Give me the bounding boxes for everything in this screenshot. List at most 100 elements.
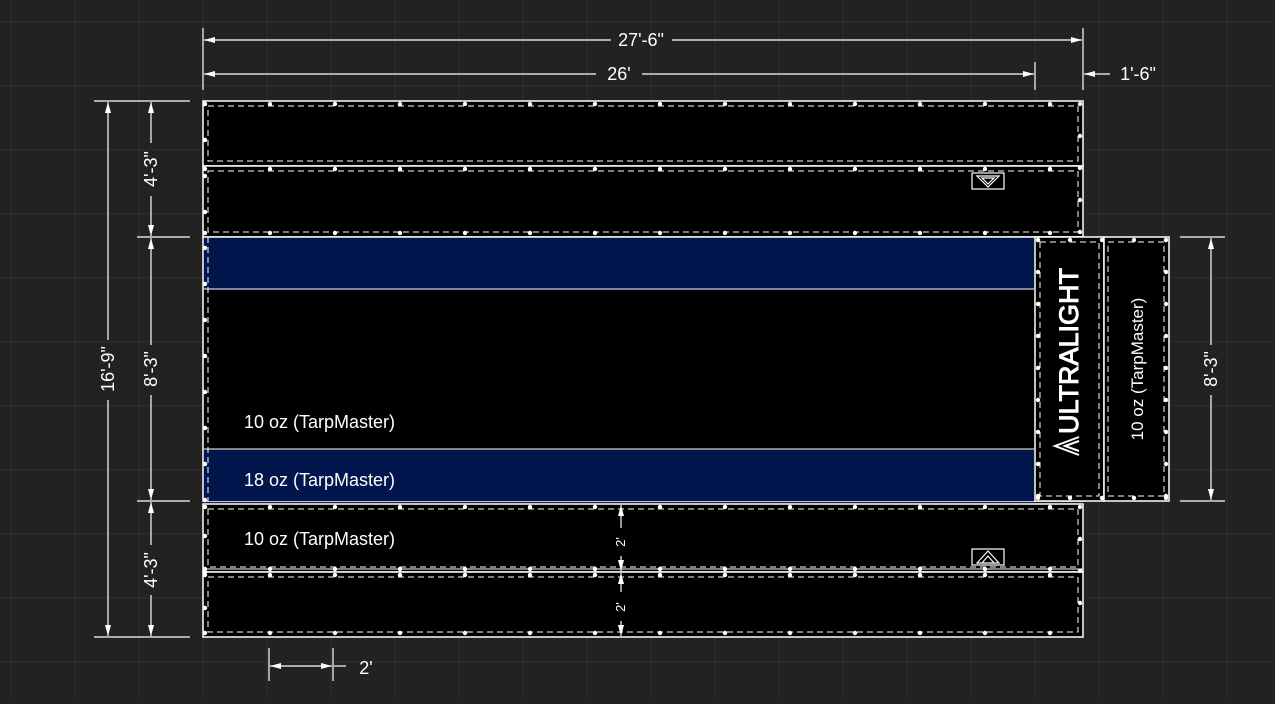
grommet (462, 566, 468, 572)
grommet (397, 166, 403, 172)
grommet (982, 101, 988, 107)
grommet (722, 230, 728, 236)
grommet (397, 101, 403, 107)
grommet (917, 166, 923, 172)
grommet (1035, 301, 1041, 307)
dim-overall-height: 16'-9" (98, 346, 118, 392)
grommet (1047, 166, 1053, 172)
grommet (202, 569, 208, 575)
grommet (397, 566, 403, 572)
grommet (852, 572, 858, 578)
grommet (1047, 630, 1053, 636)
grommet (1077, 133, 1083, 139)
grommet (1077, 229, 1083, 235)
grommet (527, 101, 533, 107)
grommet (722, 566, 728, 572)
grommet (917, 630, 923, 636)
dim-strip-lower: 2' (613, 602, 628, 612)
grommet (1099, 495, 1105, 501)
grommet (267, 166, 273, 172)
grommet (527, 572, 533, 578)
grommet (722, 504, 728, 510)
grommet (787, 166, 793, 172)
grommet (1077, 536, 1083, 542)
material-label-stripe: 18 oz (TarpMaster) (244, 470, 395, 490)
cad-drawing-canvas: 10 oz (TarpMaster) 18 oz (TarpMaster) 10… (0, 0, 1275, 699)
grommet (917, 504, 923, 510)
grommet (202, 533, 208, 539)
grommet (787, 230, 793, 236)
grommet (787, 504, 793, 510)
grommet (592, 101, 598, 107)
grommet (1163, 365, 1169, 371)
grommet (1099, 237, 1105, 243)
dim-strip-upper: 2' (613, 537, 628, 547)
grommet (787, 630, 793, 636)
grommet (267, 566, 273, 572)
grommet (982, 504, 988, 510)
grommet (657, 230, 663, 236)
grommet (202, 425, 208, 431)
grommet (202, 137, 208, 143)
grommet (527, 504, 533, 510)
grommet (267, 572, 273, 578)
grommet (202, 245, 208, 251)
grommet (267, 630, 273, 636)
grommet (202, 209, 208, 215)
grommet (1035, 493, 1041, 499)
grommet (1163, 397, 1169, 403)
grommet (852, 504, 858, 510)
grommet (332, 230, 338, 236)
grommet (1035, 269, 1041, 275)
grommet (1077, 600, 1083, 606)
grommet (722, 572, 728, 578)
grommet (657, 166, 663, 172)
tarp-panel-upper (202, 165, 1084, 238)
tarp-panel-bottom (202, 571, 1084, 638)
grommet (787, 101, 793, 107)
tarp-layout-drawing: 10 oz (TarpMaster) 18 oz (TarpMaster) 10… (0, 0, 1275, 699)
grommet (917, 101, 923, 107)
grommet (332, 166, 338, 172)
dim-middle-section: 8'-3" (141, 351, 161, 387)
grommet (1047, 572, 1053, 578)
grommet (1163, 301, 1169, 307)
grommet (462, 572, 468, 578)
grommet (982, 572, 988, 578)
grommet (657, 101, 663, 107)
grommet (852, 101, 858, 107)
grommet (657, 566, 663, 572)
grommet (1131, 237, 1137, 243)
grommet (592, 504, 598, 510)
grommet (982, 630, 988, 636)
brand-mark: ULTRALIGHT (1052, 267, 1085, 456)
grommet (332, 630, 338, 636)
grommet (202, 389, 208, 395)
grommet (1077, 165, 1083, 171)
grommet (982, 230, 988, 236)
grommet (657, 572, 663, 578)
grommet (982, 566, 988, 572)
grommet (527, 166, 533, 172)
grommet (1077, 504, 1083, 510)
grommet (332, 504, 338, 510)
material-label-side: 10 oz (TarpMaster) (1128, 298, 1147, 441)
grommet (202, 230, 208, 236)
grommet (202, 317, 208, 323)
grommet (397, 230, 403, 236)
grommet (1047, 101, 1053, 107)
grommet (852, 630, 858, 636)
grommet (1163, 429, 1169, 435)
grommet (917, 230, 923, 236)
grommet (462, 230, 468, 236)
grommet (397, 504, 403, 510)
grommet (1035, 365, 1041, 371)
dim-main-width: 26' (607, 64, 630, 84)
grommet (462, 166, 468, 172)
dim-grommet-spacing: 2' (359, 658, 372, 678)
grommet (1077, 197, 1083, 203)
grommet (1131, 495, 1137, 501)
grommet (397, 572, 403, 578)
brand-label: ULTRALIGHT (1054, 268, 1084, 434)
grommet (202, 166, 208, 172)
